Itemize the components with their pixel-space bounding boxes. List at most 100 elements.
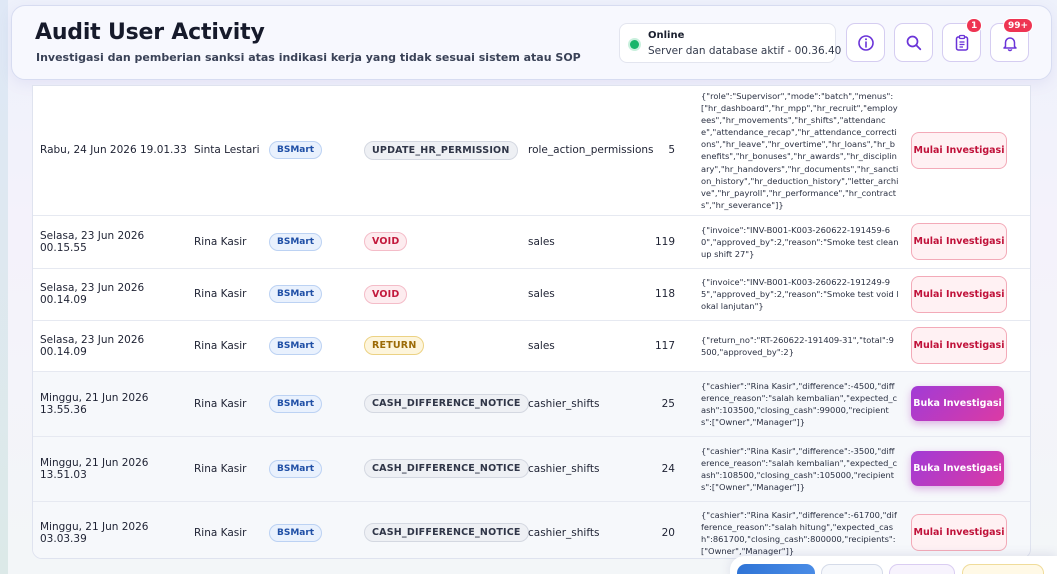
- cell-table: role_action_permissions: [528, 86, 654, 216]
- left-edge: [0, 0, 8, 574]
- cell-table: cashier_shifts: [528, 501, 642, 558]
- cell-user: Sinta Lestari: [194, 86, 269, 216]
- cell-action: RETURN: [364, 320, 528, 372]
- cell-table: cashier_shifts: [528, 371, 642, 437]
- cell-action-button: Buka Investigasi: [905, 436, 1030, 502]
- action-badge: CASH_DIFFERENCE_NOTICE: [364, 394, 529, 414]
- page-title: Audit User Activity: [35, 20, 265, 45]
- cell-outlet: BSMart: [269, 436, 364, 502]
- cell-time: Selasa, 23 Jun 2026 00.14.09: [33, 320, 194, 372]
- table-row: Selasa, 23 Jun 2026 00.14.09 Rina Kasir BS…: [33, 268, 1030, 321]
- page-scrollbar[interactable]: [1046, 85, 1057, 559]
- cell-time: Minggu, 21 Jun 2026 13.51.03: [33, 436, 194, 502]
- cell-user: Rina Kasir: [194, 371, 269, 437]
- notifications-button[interactable]: 99+: [990, 18, 1034, 62]
- cell-action-button: Mulai Investigasi: [905, 320, 1030, 372]
- cell-time: Rabu, 24 Jun 2026 19.01.33: [33, 86, 194, 216]
- cell-record-id: 118: [642, 268, 679, 321]
- action-badge: VOID: [364, 284, 408, 304]
- cell-action: VOID: [364, 215, 528, 269]
- cell-action-button: Mulai Investigasi: [905, 268, 1030, 321]
- notifications-badge: 99+: [1003, 18, 1034, 33]
- tasks-badge: 1: [966, 18, 983, 33]
- status-label: Online: [648, 30, 685, 41]
- bottom-toolbar-button-2[interactable]: [821, 564, 883, 574]
- table-row: Selasa, 23 Jun 2026 00.14.09 Rina Kasir BS…: [33, 320, 1030, 372]
- action-badge: VOID: [364, 232, 408, 252]
- cell-outlet: BSMart: [269, 320, 364, 372]
- cell-payload: {"cashier":"Rina Kasir","difference":-45…: [679, 371, 905, 437]
- action-badge: UPDATE_HR_PERMISSION: [364, 140, 518, 160]
- status-text: Server dan database aktif - 00.36.40: [648, 45, 842, 57]
- cell-time: Selasa, 23 Jun 2026 00.15.55: [33, 215, 194, 269]
- search-icon: [906, 35, 921, 50]
- table-row: Minggu, 21 Jun 2026 03.03.39 Rina Kasir BS…: [33, 501, 1030, 558]
- cell-table: cashier_shifts: [528, 436, 642, 502]
- cell-user: Rina Kasir: [194, 501, 269, 558]
- cell-outlet: BSMart: [269, 86, 364, 216]
- cell-user: Rina Kasir: [194, 215, 269, 269]
- audit-table: Rabu, 24 Jun 2026 19.01.33 Sinta Lestari B…: [32, 85, 1031, 559]
- start-investigation-button[interactable]: Mulai Investigasi: [911, 275, 1007, 313]
- bottom-toolbar-button-1[interactable]: [737, 564, 815, 574]
- info-icon: [857, 34, 874, 51]
- audit-table-body: Rabu, 24 Jun 2026 19.01.33 Sinta Lestari B…: [33, 86, 1030, 558]
- cell-time: Minggu, 21 Jun 2026 03.03.39: [33, 501, 194, 558]
- cell-action-button: Mulai Investigasi: [905, 501, 1030, 558]
- search-button[interactable]: [894, 23, 933, 62]
- tasks-button[interactable]: 1: [942, 18, 983, 62]
- cell-user: Rina Kasir: [194, 436, 269, 502]
- info-button[interactable]: [846, 23, 885, 62]
- clipboard-icon: [955, 34, 968, 51]
- outlet-badge: BSMart: [269, 523, 323, 542]
- cell-action-button: Mulai Investigasi: [905, 215, 1030, 269]
- cell-record-id: 20: [642, 501, 679, 558]
- table-row: Minggu, 21 Jun 2026 13.55.36 Rina Kasir BS…: [33, 371, 1030, 437]
- open-investigation-button[interactable]: Buka Investigasi: [911, 451, 1004, 487]
- table-row: Minggu, 21 Jun 2026 13.51.03 Rina Kasir BS…: [33, 436, 1030, 502]
- bottom-toolbar: [730, 556, 1057, 574]
- outlet-badge: BSMart: [269, 232, 323, 251]
- cell-action: CASH_DIFFERENCE_NOTICE: [364, 436, 529, 502]
- cell-outlet: BSMart: [269, 501, 364, 558]
- server-status-card: Online Server dan database aktif - 00.36…: [619, 23, 841, 63]
- cell-outlet: BSMart: [269, 215, 364, 269]
- cell-action: CASH_DIFFERENCE_NOTICE: [364, 501, 529, 558]
- cell-time: Selasa, 23 Jun 2026 00.14.09: [33, 268, 194, 321]
- cell-user: Rina Kasir: [194, 320, 269, 372]
- outlet-badge: BSMart: [269, 336, 323, 355]
- cell-action-button: Mulai Investigasi: [905, 86, 1030, 216]
- online-status-dot-icon: [630, 40, 639, 49]
- page-header: Audit User Activity Investigasi dan pemb…: [11, 5, 1052, 80]
- outlet-badge: BSMart: [269, 285, 323, 304]
- action-badge: CASH_DIFFERENCE_NOTICE: [364, 459, 529, 479]
- cell-action: VOID: [364, 268, 528, 321]
- cell-payload: {"invoice":"INV-B001-K003-260622-191459-…: [679, 215, 905, 269]
- cell-action-button: Buka Investigasi: [905, 371, 1030, 437]
- start-investigation-button[interactable]: Mulai Investigasi: [911, 327, 1007, 365]
- cell-payload: {"return_no":"RT-260622-191409-31","tota…: [679, 320, 905, 372]
- table-row: Rabu, 24 Jun 2026 19.01.33 Sinta Lestari B…: [33, 86, 1030, 216]
- outlet-badge: BSMart: [269, 459, 323, 478]
- bell-icon: [1002, 36, 1017, 51]
- cell-time: Minggu, 21 Jun 2026 13.55.36: [33, 371, 194, 437]
- open-investigation-button[interactable]: Buka Investigasi: [911, 386, 1004, 422]
- cell-record-id: 117: [642, 320, 679, 372]
- start-investigation-button[interactable]: Mulai Investigasi: [911, 223, 1007, 261]
- bottom-toolbar-button-3[interactable]: [889, 564, 955, 574]
- cell-table: sales: [528, 320, 642, 372]
- start-investigation-button[interactable]: Mulai Investigasi: [911, 131, 1007, 169]
- cell-action: UPDATE_HR_PERMISSION: [364, 86, 528, 216]
- bottom-toolbar-button-4[interactable]: [962, 564, 1044, 574]
- cell-outlet: BSMart: [269, 371, 364, 437]
- cell-record-id: 25: [642, 371, 679, 437]
- start-investigation-button[interactable]: Mulai Investigasi: [911, 514, 1007, 552]
- outlet-badge: BSMart: [269, 141, 323, 160]
- cell-payload: {"role":"Supervisor","mode":"batch","men…: [679, 86, 905, 216]
- action-badge: RETURN: [364, 336, 425, 356]
- cell-payload: {"cashier":"Rina Kasir","difference":-35…: [679, 436, 905, 502]
- cell-payload: {"cashier":"Rina Kasir","difference":-61…: [679, 501, 905, 558]
- cell-payload: {"invoice":"INV-B001-K003-260622-191249-…: [679, 268, 905, 321]
- cell-action: CASH_DIFFERENCE_NOTICE: [364, 371, 529, 437]
- cell-table: sales: [528, 268, 642, 321]
